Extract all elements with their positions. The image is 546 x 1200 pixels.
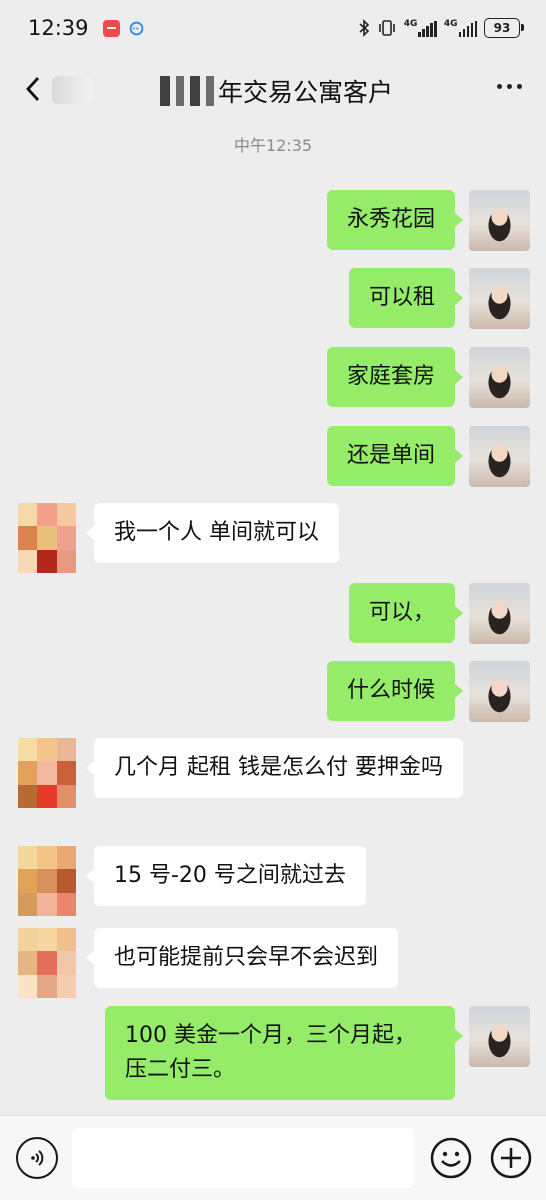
- dot-icon: [497, 84, 502, 89]
- chat-header: 年交易公寓客户: [0, 56, 546, 124]
- message-outgoing: 100 美金一个月，三个月起，压二付三。: [105, 1006, 530, 1100]
- message-bubble[interactable]: 我一个人 单间就可以: [86, 503, 339, 563]
- message-input[interactable]: [72, 1128, 414, 1188]
- message-bubble[interactable]: 几个月 起租 钱是怎么付 要押金吗: [86, 738, 463, 798]
- message-outgoing: 什么时候: [326, 661, 530, 722]
- signal-icon-1: 4G: [404, 19, 437, 37]
- message-bubble[interactable]: 什么时候: [326, 661, 464, 721]
- vibrate-icon: [378, 20, 395, 36]
- self-avatar[interactable]: [469, 347, 530, 408]
- message-bubble[interactable]: 可以，: [348, 583, 464, 643]
- redacted-name-part: [160, 76, 216, 106]
- chat-input-bar: [0, 1115, 546, 1200]
- contact-avatar[interactable]: [18, 846, 76, 916]
- message-bubble[interactable]: 还是单间: [326, 426, 464, 486]
- self-avatar[interactable]: [469, 661, 530, 722]
- message-timestamp: 中午12:35: [233, 136, 313, 155]
- message-notification-icon: [129, 21, 143, 35]
- dot-icon: [517, 84, 522, 89]
- message-incoming: 15 号-20 号之间就过去: [18, 846, 366, 916]
- message-outgoing: 还是单间: [326, 426, 530, 487]
- message-outgoing: 家庭套房: [326, 347, 530, 408]
- contact-avatar[interactable]: [18, 928, 76, 998]
- back-button[interactable]: [18, 74, 48, 104]
- message-bubble[interactable]: 可以租: [348, 268, 464, 328]
- dot-icon: [507, 84, 512, 89]
- message-bubble[interactable]: 15 号-20 号之间就过去: [86, 846, 366, 906]
- voice-input-button[interactable]: [16, 1137, 58, 1179]
- message-bubble[interactable]: 永秀花园: [326, 190, 464, 250]
- battery-indicator: 93: [484, 18, 524, 38]
- chat-title: 年交易公寓客户: [218, 78, 394, 107]
- contact-avatar[interactable]: [18, 738, 76, 808]
- contact-avatar[interactable]: [18, 503, 76, 573]
- more-actions-plus-button[interactable]: [490, 1137, 532, 1179]
- message-bubble[interactable]: 100 美金一个月，三个月起，压二付三。: [105, 1006, 463, 1100]
- message-outgoing: 可以，: [348, 583, 530, 644]
- message-incoming: 我一个人 单间就可以: [18, 503, 339, 573]
- more-options-button[interactable]: [497, 84, 522, 89]
- redacted-name-part: [52, 76, 92, 104]
- message-bubble[interactable]: 也可能提前只会早不会迟到: [85, 928, 399, 988]
- chevron-left-icon: [26, 77, 40, 101]
- status-bar: 12:39 4G 4G 93: [0, 0, 546, 56]
- emoji-button[interactable]: [430, 1137, 472, 1179]
- voice-icon: [31, 1150, 44, 1166]
- self-avatar[interactable]: [469, 268, 530, 329]
- self-avatar[interactable]: [469, 426, 530, 487]
- message-bubble[interactable]: 家庭套房: [326, 347, 464, 407]
- message-incoming: 几个月 起租 钱是怎么付 要押金吗: [18, 738, 463, 808]
- status-time: 12:39: [28, 16, 89, 40]
- signal-icon-2: 4G: [444, 19, 477, 37]
- self-avatar[interactable]: [469, 190, 530, 251]
- message-outgoing: 可以租: [348, 268, 530, 329]
- message-incoming: 也可能提前只会早不会迟到: [18, 928, 399, 998]
- self-avatar[interactable]: [469, 1006, 530, 1067]
- message-outgoing: 永秀花园: [326, 190, 530, 251]
- self-avatar[interactable]: [469, 583, 530, 644]
- bluetooth-icon: [359, 19, 369, 37]
- app-notification-icon: [102, 19, 120, 37]
